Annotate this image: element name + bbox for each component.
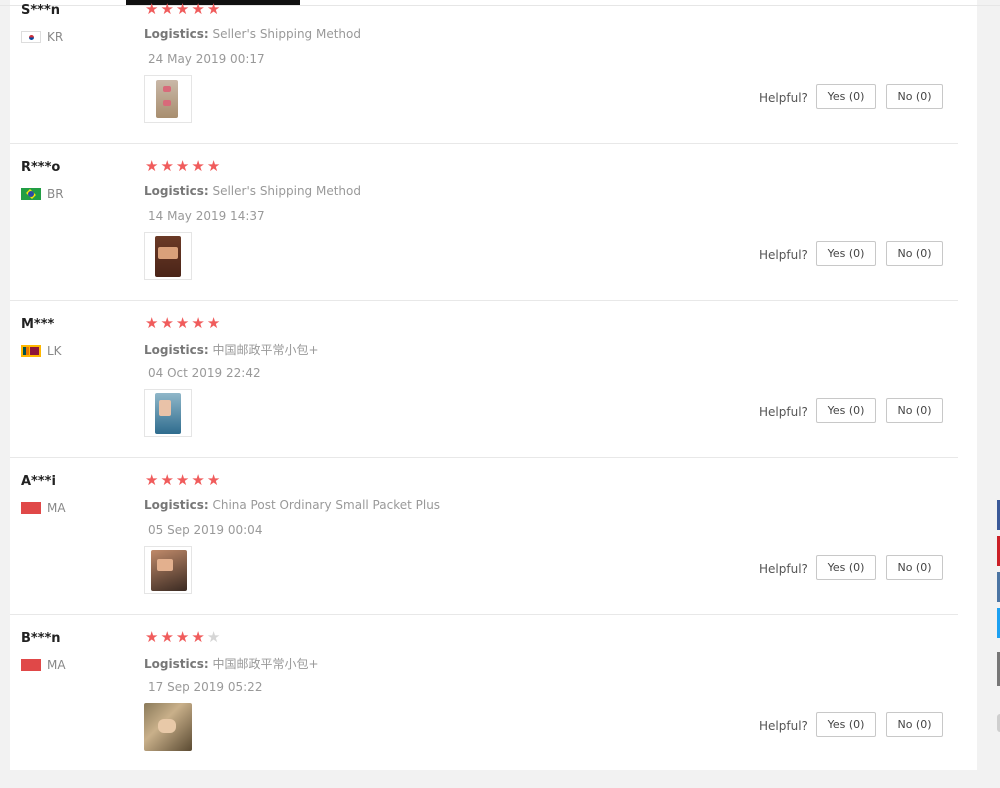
review-item: B***n MA ★★★★★ Logistics: 中国邮政平常小包+ 17 S… [0,628,967,788]
review-user: R***o [21,160,61,175]
review-country: BR [21,186,64,202]
helpful-yes-button[interactable]: Yes (0) [816,241,876,266]
review-logistics: Logistics: 中国邮政平常小包+ [144,655,319,672]
star-icon: ★ [191,0,207,18]
star-icon: ★ [160,628,176,646]
rating-stars: ★★★★★ [145,628,222,646]
star-icon: ★ [160,0,176,18]
star-icon: ★ [206,314,223,332]
review-date: 04 Oct 2019 22:42 [148,366,261,380]
helpful-label: Helpful? [759,248,808,262]
logistics-value: 中国邮政平常小包+ [212,657,319,671]
helpful-no-button[interactable]: No (0) [886,84,943,109]
logistics-value: 中国邮政平常小包+ [212,343,319,357]
review-divider [10,614,958,615]
flag-kr-icon [21,31,41,43]
star-icon: ★ [145,0,161,18]
logistics-label: Logistics: [144,27,209,41]
star-icon: ★ [175,628,192,646]
star-icon: ★ [175,314,192,332]
rating-stars: ★★★★★ [145,314,222,332]
star-icon: ★ [191,628,207,646]
helpful-label: Helpful? [759,405,808,419]
country-code: MA [47,658,66,672]
star-icon: ★ [160,471,176,489]
review-country: LK [21,343,62,359]
star-icon: ★ [191,157,207,175]
review-user: M*** [21,317,55,332]
country-code: KR [47,30,64,44]
review-logistics: Logistics: China Post Ordinary Small Pac… [144,498,440,512]
review-photo[interactable] [144,232,192,280]
review-date: 14 May 2019 14:37 [148,209,265,223]
star-icon: ★ [206,471,223,489]
star-empty-icon: ★ [206,628,223,646]
helpful-label: Helpful? [759,562,808,576]
star-icon: ★ [206,157,223,175]
helpful-label: Helpful? [759,91,808,105]
star-icon: ★ [145,314,161,332]
helpful-no-button[interactable]: No (0) [886,555,943,580]
helpful-no-button[interactable]: No (0) [886,241,943,266]
review-user: S***n [21,3,61,18]
review-date: 17 Sep 2019 05:22 [148,680,263,694]
logistics-label: Logistics: [144,343,209,357]
review-date: 24 May 2019 00:17 [148,52,265,66]
helpful-label: Helpful? [759,719,808,733]
rating-stars: ★★★★★ [145,157,222,175]
flag-br-icon [21,188,41,200]
review-logistics: Logistics: Seller's Shipping Method [144,27,361,41]
review-divider [10,457,958,458]
helpful-yes-button[interactable]: Yes (0) [816,712,876,737]
review-item: M*** LK ★★★★★ Logistics: 中国邮政平常小包+ 04 Oc… [0,314,967,474]
review-item: R***o BR ★★★★★ Logistics: Seller's Shipp… [0,157,967,317]
star-icon: ★ [145,628,161,646]
helpful-yes-button[interactable]: Yes (0) [816,398,876,423]
star-icon: ★ [175,471,192,489]
logistics-label: Logistics: [144,498,209,512]
review-country: MA [21,500,66,516]
helpful-no-button[interactable]: No (0) [886,712,943,737]
review-country: MA [21,657,66,673]
flag-ma-icon [21,502,41,514]
review-country: KR [21,29,63,45]
star-icon: ★ [160,157,176,175]
review-divider [10,300,958,301]
logistics-label: Logistics: [144,184,209,198]
review-photo[interactable] [144,389,192,437]
star-icon: ★ [191,471,207,489]
country-code: MA [47,501,66,515]
star-icon: ★ [145,471,161,489]
star-icon: ★ [206,0,223,18]
logistics-value: Seller's Shipping Method [212,184,361,198]
star-icon: ★ [191,314,207,332]
review-user: A***i [21,474,56,489]
country-code: LK [47,344,62,358]
review-item: A***i MA ★★★★★ Logistics: China Post Ord… [0,471,967,631]
review-date: 05 Sep 2019 00:04 [148,523,263,537]
logistics-value: China Post Ordinary Small Packet Plus [212,498,441,512]
review-photo[interactable] [144,546,192,594]
star-icon: ★ [160,314,176,332]
review-item: S***n KR ★★★★★ Logistics: Seller's Shipp… [0,0,967,160]
star-icon: ★ [145,157,161,175]
rating-stars: ★★★★★ [145,0,222,18]
star-icon: ★ [175,157,192,175]
helpful-no-button[interactable]: No (0) [886,398,943,423]
review-photo[interactable] [144,75,192,123]
rating-stars: ★★★★★ [145,471,222,489]
flag-lk-icon [21,345,41,357]
review-photo[interactable] [144,703,192,751]
review-divider [10,143,958,144]
logistics-label: Logistics: [144,657,209,671]
review-logistics: Logistics: 中国邮政平常小包+ [144,341,319,358]
flag-ma-icon [21,659,41,671]
review-logistics: Logistics: Seller's Shipping Method [144,184,361,198]
country-code: BR [47,187,64,201]
review-user: B***n [21,631,61,646]
star-icon: ★ [175,0,192,18]
logistics-value: Seller's Shipping Method [212,27,361,41]
helpful-yes-button[interactable]: Yes (0) [816,84,876,109]
helpful-yes-button[interactable]: Yes (0) [816,555,876,580]
